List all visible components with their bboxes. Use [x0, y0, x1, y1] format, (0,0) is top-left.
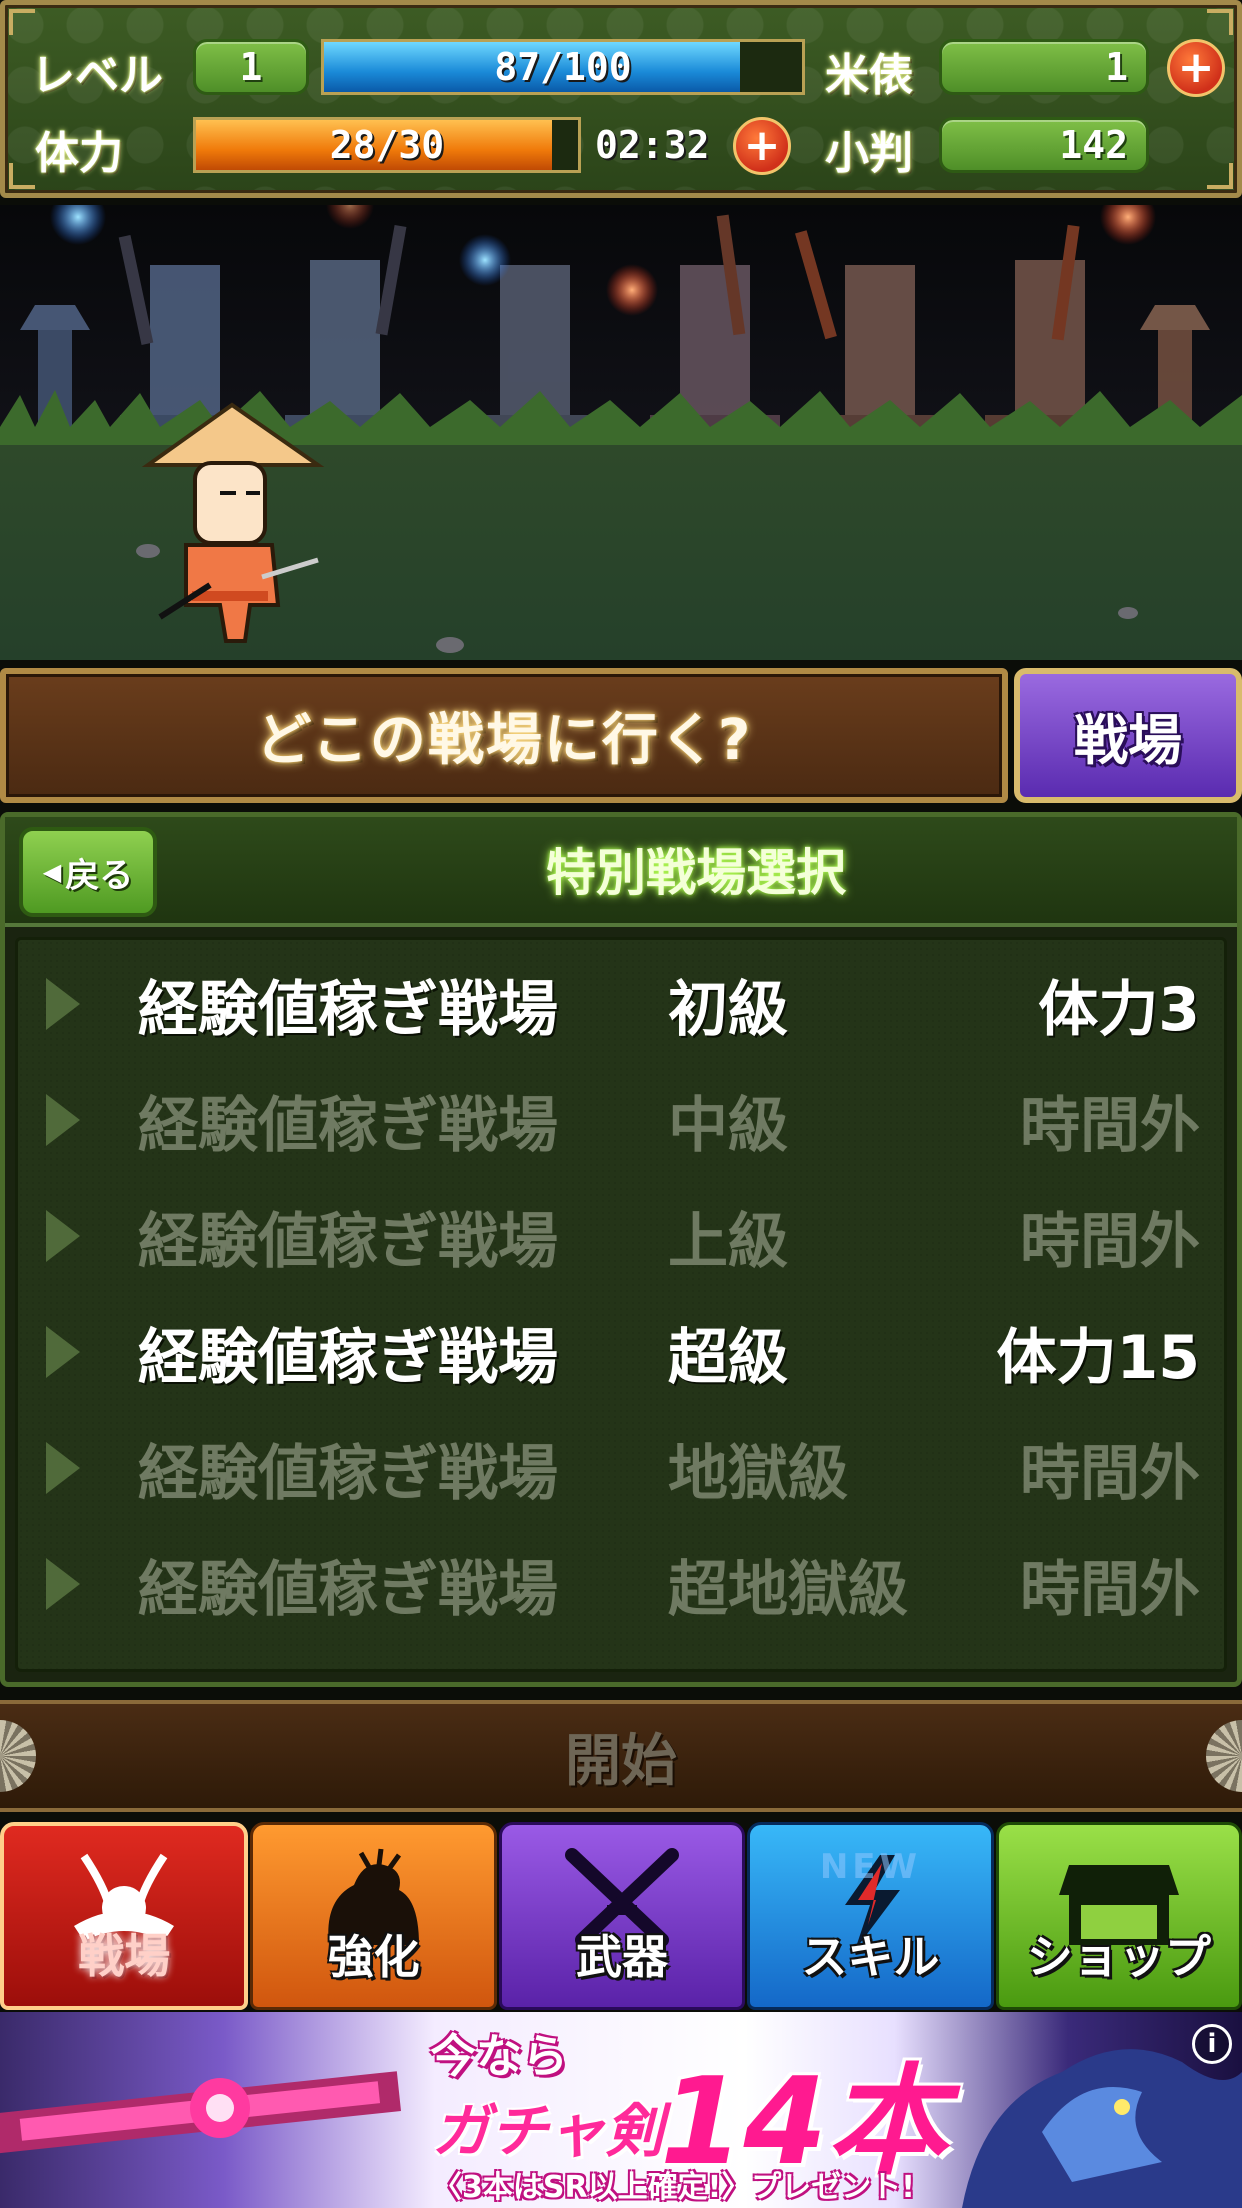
stage-rank: 超級 [668, 1322, 788, 1393]
stage-rank: 地獄級 [668, 1438, 848, 1509]
stage-rank: 超地獄級 [668, 1554, 908, 1625]
battlefield-mode-label: 戦場 [1074, 709, 1182, 772]
stamina-text: 28/30 [329, 123, 445, 167]
stage-rank: 上級 [668, 1206, 788, 1277]
koban-label: 小判 [825, 128, 913, 179]
exp-text: 87/100 [494, 45, 632, 89]
panel-title: 特別戦場選択 [546, 844, 846, 902]
back-arrow-icon: ◀ [42, 858, 62, 886]
fan-ornament-icon [1206, 1720, 1242, 1792]
add-stamina-button[interactable]: + [733, 117, 791, 175]
frame-corner [9, 163, 35, 189]
stage-row: 経験値稼ぎ戦場 超地獄級 時間外 [18, 1526, 1224, 1642]
destination-prompt: どこの戦場に行く? [0, 668, 1008, 803]
level-label: レベル [31, 50, 163, 101]
ad-line-3: 〈3本はSR以上確定!〉プレゼント! [432, 2170, 915, 2205]
stage-row[interactable]: 経験値稼ぎ戦場 超級 体力15 [18, 1294, 1224, 1410]
advertisement-banner[interactable]: 今なら ガチャ剣 14本 〈3本はSR以上確定!〉プレゼント! i [0, 2012, 1242, 2208]
stage-name: 経験値稼ぎ戦場 [138, 1322, 558, 1393]
add-rice-button[interactable]: + [1167, 39, 1225, 97]
stage-name: 経験値稼ぎ戦場 [138, 974, 558, 1045]
tab-weapon-label: 武器 [576, 1930, 669, 1984]
tab-battlefield[interactable]: 戦場 [0, 1822, 249, 2010]
stage-row: 経験値稼ぎ戦場 地獄級 時間外 [18, 1410, 1224, 1526]
stage-rank: 初級 [668, 974, 788, 1045]
tab-battlefield-label: 戦場 [78, 1929, 171, 1983]
graveyard-illustration [0, 205, 1242, 660]
panel-header: ◀ 戻る 特別戦場選択 [5, 817, 1237, 927]
row-arrow-icon [46, 1326, 80, 1378]
stage-cost: 時間外 [1020, 1090, 1200, 1161]
row-arrow-icon [46, 1210, 80, 1262]
graveyard-scene [0, 205, 1242, 660]
start-button[interactable]: 開始 [0, 1700, 1242, 1812]
koban-value: 142 [939, 117, 1149, 173]
stage-cost: 体力15 [996, 1322, 1201, 1393]
battlefield-mode-button[interactable]: 戦場 [1014, 668, 1242, 803]
stamina-timer: 02:32 [595, 123, 710, 167]
row-arrow-icon [46, 978, 80, 1030]
special-battlefield-panel: ◀ 戻る 特別戦場選択 経験値稼ぎ戦場 初級 体力3 経験値稼ぎ戦場 中級 時間外 経験値稼… [0, 812, 1242, 1687]
stage-name: 経験値稼ぎ戦場 [138, 1206, 558, 1277]
row-arrow-icon [46, 1442, 80, 1494]
ad-line-2: ガチャ剣 [432, 2097, 664, 2165]
row-arrow-icon [46, 1094, 80, 1146]
sword-artwork [0, 2071, 401, 2155]
stage-rank: 中級 [668, 1090, 788, 1161]
frame-corner [9, 9, 35, 35]
stage-cost: 時間外 [1020, 1554, 1200, 1625]
stage-cost: 体力3 [1038, 974, 1200, 1045]
tab-skill[interactable]: NEW スキル [747, 1822, 994, 2010]
new-badge: NEW [819, 1847, 922, 1887]
status-panel: レベル 1 87/100 米俵 1 + 体力 28/30 02:32 + 小判 … [0, 0, 1242, 198]
frame-corner [1207, 9, 1233, 35]
start-label: 開始 [565, 1728, 677, 1794]
back-label: 戻る [65, 855, 134, 896]
ad-line-1: 今なら [430, 2029, 568, 2083]
rice-value: 1 [939, 39, 1149, 95]
stage-row[interactable]: 経験値稼ぎ戦場 初級 体力3 [18, 946, 1224, 1062]
tab-weapon[interactable]: 武器 [498, 1822, 746, 2010]
stage-list: 経験値稼ぎ戦場 初級 体力3 経験値稼ぎ戦場 中級 時間外 経験値稼ぎ戦場 上級 時間外 経験値稼… [15, 937, 1227, 1672]
tab-skill-label: スキル [801, 1930, 940, 1984]
stage-name: 経験値稼ぎ戦場 [138, 1438, 558, 1509]
level-value: 1 [193, 39, 309, 95]
exp-bar: 87/100 [321, 39, 805, 95]
tab-shop-label: ショップ [1026, 1930, 1211, 1984]
fan-ornament-icon [0, 1720, 36, 1792]
tab-power-up[interactable]: 強化 [250, 1822, 497, 2010]
tab-shop[interactable]: ショップ [995, 1822, 1242, 2010]
stamina-label: 体力 [35, 128, 123, 179]
prompt-text: どこの戦場に行く? [255, 708, 753, 773]
bottom-tab-bar: 戦場 強化 武器 NEW スキル ショップ [0, 1822, 1242, 2010]
ad-info-icon[interactable]: i [1192, 2024, 1232, 2064]
stage-cost: 時間外 [1020, 1438, 1200, 1509]
rice-label: 米俵 [825, 50, 913, 101]
row-arrow-icon [46, 1558, 80, 1610]
stage-name: 経験値稼ぎ戦場 [138, 1090, 558, 1161]
stage-row: 経験値稼ぎ戦場 中級 時間外 [18, 1062, 1224, 1178]
back-button[interactable]: ◀ 戻る [19, 827, 157, 917]
stage-row: 経験値稼ぎ戦場 上級 時間外 [18, 1178, 1224, 1294]
stage-cost: 時間外 [1020, 1206, 1200, 1277]
frame-corner [1207, 163, 1233, 189]
stage-name: 経験値稼ぎ戦場 [138, 1554, 558, 1625]
stamina-bar: 28/30 [193, 117, 581, 173]
tab-power-up-label: 強化 [327, 1930, 420, 1984]
